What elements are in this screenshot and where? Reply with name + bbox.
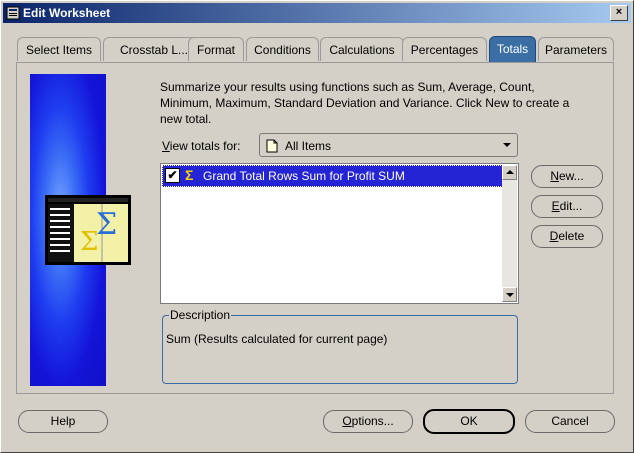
intro-text: Summarize your results using functions s… — [160, 80, 570, 126]
tab-percentages[interactable]: Percentages — [402, 37, 487, 61]
delete-button[interactable]: Delete — [531, 225, 603, 248]
list-scrollbar[interactable] — [502, 165, 517, 302]
new-button[interactable]: New... — [531, 165, 603, 188]
app-icon — [6, 6, 20, 20]
svg-text:Σ: Σ — [96, 207, 117, 242]
tab-format[interactable]: Format — [188, 37, 244, 61]
sigma-icon: Σ — [185, 167, 194, 183]
tab-parameters[interactable]: Parameters — [538, 37, 614, 61]
tab-conditions[interactable]: Conditions — [246, 37, 319, 61]
tab-calculations[interactable]: Calculations — [320, 37, 404, 61]
options-button[interactable]: Options... — [323, 410, 413, 433]
list-item[interactable]: ✔ Σ Grand Total Rows Sum for Profit SUM — [162, 165, 503, 187]
title-bar[interactable]: Edit Worksheet × — [3, 3, 631, 23]
close-button[interactable]: × — [610, 5, 628, 21]
view-totals-label: View totals for: — [162, 139, 241, 153]
edit-button[interactable]: Edit... — [531, 195, 603, 218]
ok-button[interactable]: OK — [423, 409, 515, 434]
description-legend: Description — [169, 308, 232, 322]
arrow-up-icon — [506, 170, 514, 174]
checkmark-icon: ✔ — [167, 168, 178, 182]
help-button[interactable]: Help — [18, 410, 108, 433]
description-group — [162, 315, 518, 384]
tab-select-items[interactable]: Select Items — [17, 37, 101, 61]
arrow-down-icon — [506, 293, 514, 297]
totals-list[interactable]: ✔ Σ Grand Total Rows Sum for Profit SUM — [160, 163, 519, 304]
total-name: Grand Total Rows Sum for Profit SUM — [203, 169, 405, 183]
scroll-up-button[interactable] — [502, 165, 517, 180]
cancel-button[interactable]: Cancel — [525, 410, 615, 433]
window-title: Edit Worksheet — [23, 6, 111, 20]
tab-totals[interactable]: Totals — [489, 36, 536, 62]
view-totals-selected: All Items — [285, 139, 332, 153]
scroll-down-button[interactable] — [502, 287, 517, 302]
document-icon — [266, 139, 278, 153]
view-totals-select[interactable]: All Items — [259, 133, 518, 157]
worksheet-sigma-icon: Σ Σ — [45, 195, 131, 265]
close-icon: × — [615, 6, 623, 18]
chevron-down-icon — [503, 143, 511, 147]
description-text: Sum (Results calculated for current page… — [166, 332, 388, 346]
total-enabled-checkbox[interactable]: ✔ — [165, 168, 180, 183]
